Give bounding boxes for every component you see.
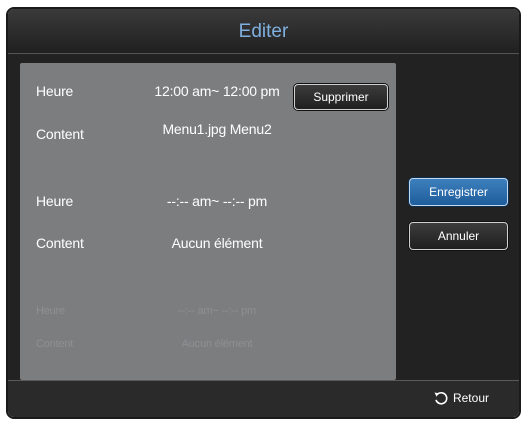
entry-1-content-label: Content	[36, 126, 84, 142]
entry-2-heure-value[interactable]: --:-- am~ --:-- pm	[142, 193, 292, 209]
entry-2-content-value[interactable]: Aucun élément	[142, 235, 292, 251]
edit-dialog: Editer Heure 12:00 am~ 12:00 pm Content …	[6, 7, 521, 419]
back-label: Retour	[452, 391, 489, 405]
save-button[interactable]: Enregistrer	[409, 178, 508, 206]
entry-3-heure-value: --:-- am~ --:-- pm	[178, 305, 256, 317]
delete-button[interactable]: Supprimer	[294, 84, 388, 110]
schedule-panel: Heure 12:00 am~ 12:00 pm Content Menu1.j…	[20, 63, 396, 380]
entry-1-heure-value[interactable]: 12:00 am~ 12:00 pm	[142, 83, 292, 99]
entry-2-heure-label: Heure	[36, 193, 74, 209]
dialog-title: Editer	[8, 9, 519, 54]
entry-3-content-value: Aucun élément	[181, 338, 253, 350]
entry-1-content-value[interactable]: Menu1.jpg Menu2	[142, 121, 292, 137]
cancel-button[interactable]: Annuler	[409, 222, 508, 250]
entry-2-content-label: Content	[36, 235, 84, 251]
dialog-body: Heure 12:00 am~ 12:00 pm Content Menu1.j…	[8, 54, 519, 381]
back-button[interactable]: Retour	[433, 390, 489, 406]
entry-3-content-label: Content	[36, 338, 74, 350]
dialog-footer: Retour	[8, 380, 519, 417]
entry-3-heure-label: Heure	[36, 305, 65, 317]
entry-1-heure-label: Heure	[36, 83, 74, 99]
return-arrow-icon	[433, 390, 449, 406]
